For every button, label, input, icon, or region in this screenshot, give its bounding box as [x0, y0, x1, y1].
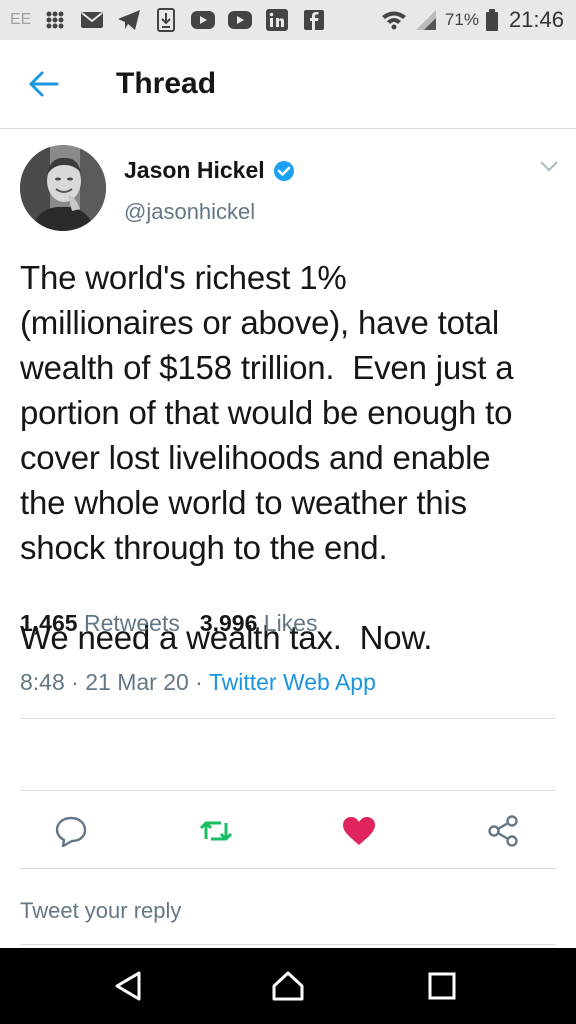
avatar[interactable]: [20, 145, 106, 231]
reply-input[interactable]: Tweet your reply: [20, 878, 556, 945]
meta-separator: ·: [195, 669, 203, 695]
share-icon: [488, 815, 518, 847]
tweet-menu-button[interactable]: [538, 159, 560, 177]
tweet-source-link[interactable]: Twitter Web App: [209, 669, 376, 695]
likes-label: Likes: [263, 610, 318, 636]
tweet-meta: 8:48 · 21 Mar 20 · Twitter Web App: [20, 669, 376, 696]
share-button[interactable]: [486, 814, 520, 848]
battery-percent: 71%: [444, 10, 479, 29]
divider: [20, 718, 556, 719]
battery-icon: [485, 8, 499, 32]
triangle-back-icon: [115, 971, 141, 1001]
system-recents-button[interactable]: [422, 966, 462, 1006]
system-nav-bar: [0, 948, 576, 1024]
system-back-button[interactable]: [108, 966, 148, 1006]
tweet-time: 8:48: [20, 669, 65, 695]
linkedin-icon: [264, 8, 290, 32]
retweet-button[interactable]: [199, 814, 233, 848]
square-recents-icon: [428, 972, 456, 1000]
reply-button[interactable]: [54, 814, 88, 848]
reply-icon: [55, 816, 87, 847]
wifi-icon: [381, 8, 407, 32]
tweet-actions: [0, 800, 576, 860]
back-button[interactable]: [24, 64, 64, 104]
page-title: Thread: [116, 67, 217, 100]
signal-icon: [413, 8, 439, 32]
tweet-text: The world's richest 1% (millionaires or …: [20, 259, 514, 656]
retweets-stat[interactable]: 1,465 Retweets: [20, 610, 180, 637]
clock: 21:46: [508, 7, 564, 32]
heart-icon: [343, 817, 375, 845]
reply-placeholder: Tweet your reply: [20, 898, 182, 923]
back-arrow-icon: [29, 71, 59, 97]
retweets-count: 1,465: [20, 610, 78, 636]
grid-icon: [42, 8, 68, 32]
author-name-text: Jason Hickel: [124, 157, 265, 183]
home-icon: [272, 971, 304, 1001]
like-button[interactable]: [342, 814, 376, 848]
carrier-label: EE: [10, 11, 32, 28]
status-bar: EE 71% 21:46: [0, 0, 576, 40]
meta-separator: ·: [71, 669, 79, 695]
app-bar: Thread: [0, 40, 576, 129]
tweet-stats: 1,465 Retweets 3,996 Likes: [20, 610, 317, 637]
verified-badge-icon: [273, 160, 294, 181]
divider: [20, 868, 556, 869]
author-handle[interactable]: @jasonhickel: [124, 199, 255, 225]
system-home-button[interactable]: [268, 966, 308, 1006]
likes-stat[interactable]: 3,996 Likes: [200, 610, 318, 637]
youtube-icon: [227, 8, 253, 32]
youtube-icon: [190, 8, 216, 32]
retweet-icon: [199, 821, 233, 841]
mail-icon: [79, 8, 105, 32]
facebook-icon: [301, 8, 327, 32]
likes-count: 3,996: [199, 610, 258, 636]
retweets-label: Retweets: [83, 610, 180, 636]
tweet-date: 21 Mar 20: [85, 669, 189, 695]
chevron-down-icon: [540, 161, 558, 172]
divider: [20, 790, 556, 791]
telegram-icon: [116, 8, 142, 32]
author-name[interactable]: Jason Hickel: [124, 157, 295, 184]
download-icon: [153, 8, 179, 32]
